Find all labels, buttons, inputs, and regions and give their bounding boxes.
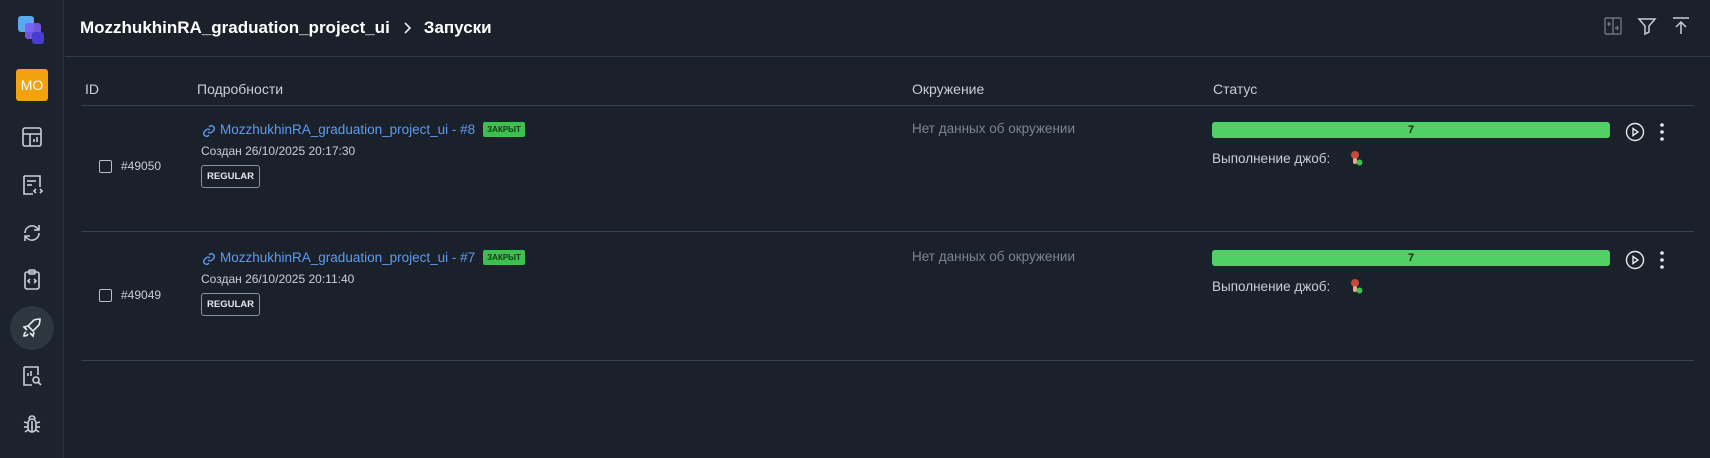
- run-link[interactable]: MozzhukhinRA_graduation_project_ui - #7: [220, 250, 475, 265]
- column-environment[interactable]: Окружение: [912, 81, 984, 97]
- job-status-icon[interactable]: [1349, 150, 1363, 166]
- breadcrumb: MozzhukhinRA_graduation_project_ui Запус…: [80, 18, 492, 38]
- created-date: Создан 26/10/2025 20:11:40: [201, 272, 355, 286]
- filter-button[interactable]: [1636, 15, 1658, 37]
- run-link[interactable]: MozzhukhinRA_graduation_project_ui - #8: [220, 122, 475, 137]
- sidebar-item-sync[interactable]: [10, 211, 54, 255]
- environment-value: Нет данных об окружении: [912, 121, 1075, 136]
- table-row[interactable]: #49049 MozzhukhinRA_graduation_project_u…: [81, 232, 1694, 361]
- upload-button[interactable]: [1670, 15, 1692, 37]
- status-badge: ЗАКРЫТ: [483, 122, 525, 137]
- defects-icon: [23, 415, 41, 433]
- run-id: #49050: [121, 159, 162, 173]
- run-tag[interactable]: REGULAR: [201, 293, 260, 316]
- app-logo[interactable]: [16, 14, 48, 46]
- status-badge: ЗАКРЫТ: [483, 250, 525, 265]
- launches-table: ID Подробности Окружение Статус #49050 M…: [81, 74, 1694, 361]
- run-title-line: MozzhukhinRA_graduation_project_ui - #7 …: [201, 248, 525, 267]
- compare-icon: [1604, 17, 1622, 35]
- table-header: ID Подробности Окружение Статус: [81, 74, 1694, 106]
- breadcrumb-project[interactable]: MozzhukhinRA_graduation_project_ui: [80, 18, 390, 38]
- header-actions: [1602, 15, 1692, 37]
- row-checkbox[interactable]: [99, 160, 112, 173]
- play-icon[interactable]: [1625, 250, 1645, 270]
- jobs-label: Выполнение джоб:: [1212, 279, 1331, 294]
- table-row[interactable]: #49050 MozzhukhinRA_graduation_project_u…: [81, 106, 1694, 232]
- filter-icon: [1637, 18, 1657, 36]
- sidebar-item-defects[interactable]: [10, 402, 54, 446]
- column-status[interactable]: Статус: [1213, 81, 1257, 97]
- sidebar: MO: [0, 0, 64, 458]
- dashboard-icon: [22, 127, 42, 147]
- compare-button[interactable]: [1602, 15, 1624, 37]
- run-title-line: MozzhukhinRA_graduation_project_ui - #8 …: [201, 120, 525, 139]
- run-tag[interactable]: REGULAR: [201, 165, 260, 188]
- sidebar-item-dashboards[interactable]: [10, 115, 54, 159]
- app-window: MO MozzhukhinRA_graduation_project_ui За…: [0, 0, 1710, 458]
- sidebar-item-launches[interactable]: [10, 306, 54, 350]
- row-checkbox[interactable]: [99, 289, 112, 302]
- job-status-icon[interactable]: [1349, 278, 1363, 294]
- link-icon: [203, 125, 215, 137]
- more-options-icon[interactable]: [1659, 122, 1665, 142]
- link-icon: [203, 253, 215, 265]
- status-progress-bar[interactable]: 7: [1212, 122, 1610, 138]
- chevron-right-icon: [404, 22, 411, 34]
- sidebar-item-analytics[interactable]: [10, 354, 54, 398]
- environment-value: Нет данных об окружении: [912, 249, 1075, 264]
- more-options-icon[interactable]: [1659, 250, 1665, 270]
- play-icon[interactable]: [1625, 122, 1645, 142]
- run-id: #49049: [121, 288, 162, 302]
- launches-icon: [22, 318, 41, 338]
- sidebar-item-test-plans[interactable]: [10, 258, 54, 302]
- column-id[interactable]: ID: [85, 81, 99, 97]
- test-plans-icon: [24, 269, 40, 290]
- status-progress-bar[interactable]: 7: [1212, 250, 1610, 266]
- test-cases-icon: [23, 175, 44, 195]
- page-title: Запуски: [423, 18, 492, 37]
- avatar[interactable]: MO: [16, 69, 48, 101]
- sync-icon: [24, 225, 40, 241]
- sidebar-item-test-cases[interactable]: [10, 163, 54, 207]
- analytics-icon: [23, 366, 42, 386]
- jobs-label: Выполнение джоб:: [1212, 151, 1331, 166]
- upload-icon: [1673, 17, 1689, 34]
- created-date: Создан 26/10/2025 20:17:30: [201, 144, 356, 158]
- column-details[interactable]: Подробности: [197, 81, 283, 97]
- page-header: MozzhukhinRA_graduation_project_ui Запус…: [65, 0, 1710, 57]
